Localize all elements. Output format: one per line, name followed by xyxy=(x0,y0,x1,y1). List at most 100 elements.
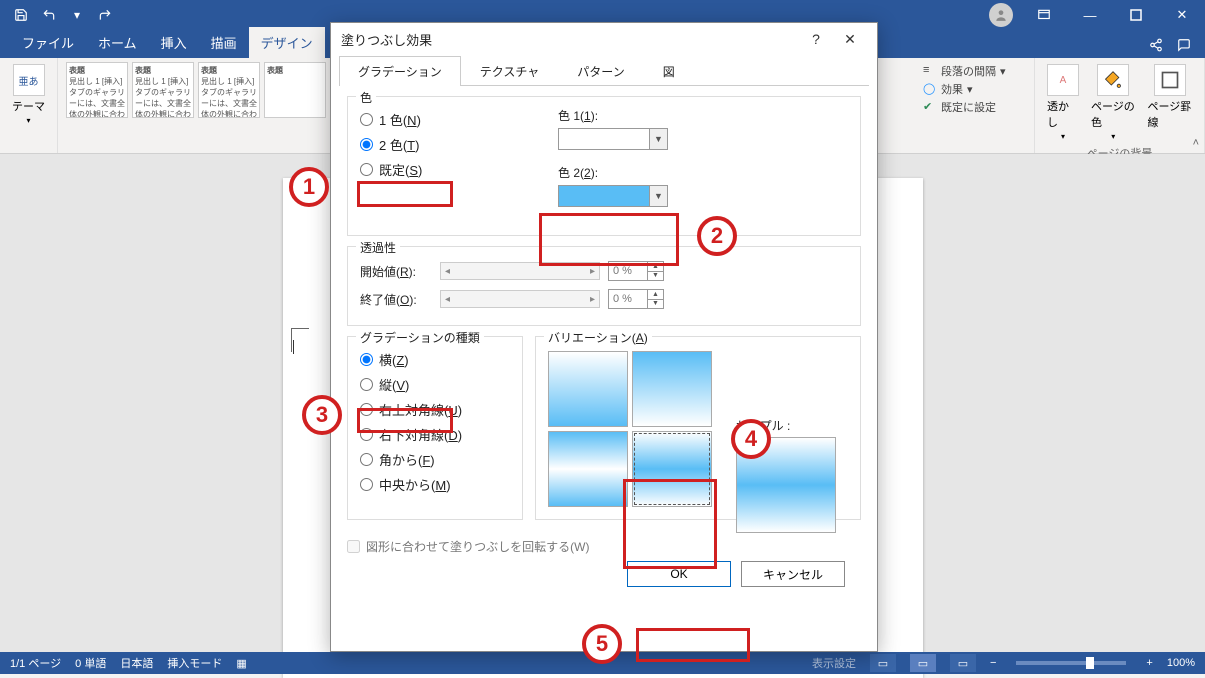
paragraph-spacing-button[interactable]: ≡段落の間隔 ▾ xyxy=(923,62,1026,80)
themes-icon: 亜あ xyxy=(13,64,45,96)
save-icon[interactable] xyxy=(10,4,32,26)
qat-dropdown-icon[interactable]: ▾ xyxy=(66,4,88,26)
annotation-5: 5 xyxy=(582,624,622,664)
color2-dropdown[interactable]: ▼ xyxy=(558,185,668,207)
effects-button[interactable]: ◯効果 ▾ xyxy=(923,80,1026,98)
dialog-title: 塗りつぶし効果 xyxy=(341,30,432,49)
theme-thumb[interactable]: 表題 xyxy=(264,62,326,118)
color2-label: 色 2(2): xyxy=(558,164,668,181)
themes-button[interactable]: 亜あ テーマ ▾ xyxy=(8,62,49,127)
radio-horizontal[interactable]: 横(Z) xyxy=(360,347,510,372)
tab-picture[interactable]: 図 xyxy=(644,56,694,86)
tab-file[interactable]: ファイル xyxy=(10,27,86,58)
ok-button[interactable]: OK xyxy=(627,561,731,587)
quick-access-toolbar: ▾ xyxy=(0,4,126,26)
share-icon[interactable] xyxy=(1147,36,1165,54)
radio-diag-down[interactable]: 右下対角線(D) xyxy=(360,422,510,447)
radio-from-corner[interactable]: 角から(F) xyxy=(360,447,510,472)
gradient-type-title: グラデーションの種類 xyxy=(356,329,484,346)
colors-group-title: 色 xyxy=(356,89,376,106)
trans-start-slider[interactable]: ◂▸ xyxy=(440,262,600,280)
zoom-level[interactable]: 100% xyxy=(1167,657,1195,669)
read-mode-icon[interactable]: ▭ xyxy=(870,654,896,672)
trans-end-label: 終了値(O): xyxy=(360,291,432,308)
tab-pattern[interactable]: パターン xyxy=(558,56,643,86)
themes-label: テーマ xyxy=(12,98,45,114)
ribbon-display-options-icon[interactable] xyxy=(1021,0,1067,30)
rotate-with-shape-checkbox[interactable]: 図形に合わせて塗りつぶしを回転する(W) xyxy=(347,538,861,555)
cancel-button[interactable]: キャンセル xyxy=(741,561,845,587)
print-layout-icon[interactable]: ▭ xyxy=(910,654,936,672)
dialog-tabs: グラデーション テクスチャ パターン 図 xyxy=(339,55,869,86)
transparency-group: 透過性 開始値(R): ◂▸ 0 %▲▼ 終了値(O): ◂▸ 0 %▲▼ xyxy=(347,246,861,326)
variation-2[interactable] xyxy=(632,351,712,427)
radio-diag-up[interactable]: 右上対角線(U) xyxy=(360,397,510,422)
color1-label: 色 1(1): xyxy=(558,107,668,124)
tab-insert[interactable]: 挿入 xyxy=(149,27,199,58)
redo-icon[interactable] xyxy=(94,4,116,26)
theme-thumb[interactable]: 表題見出し 1 [挿入] タブのギャラリーには、文書全体の外観に合わせて調整する… xyxy=(66,62,128,118)
collapse-ribbon-icon[interactable]: ˄ xyxy=(1193,137,1199,149)
variation-title: バリエーション(A) xyxy=(544,329,652,346)
group-label xyxy=(66,135,326,149)
chevron-down-icon: ▼ xyxy=(649,129,667,149)
color1-dropdown[interactable]: ▼ xyxy=(558,128,668,150)
effects-icon: ◯ xyxy=(923,82,937,96)
watermark-button[interactable]: A透かし▾ xyxy=(1043,62,1083,143)
annotation-4: 4 xyxy=(731,419,771,459)
status-page[interactable]: 1/1 ページ xyxy=(10,655,61,671)
variation-3[interactable] xyxy=(548,431,628,507)
zoom-slider[interactable] xyxy=(1016,661,1126,665)
tab-home[interactable]: ホーム xyxy=(86,27,149,58)
tab-design[interactable]: デザイン xyxy=(249,27,325,58)
tab-texture[interactable]: テクスチャ xyxy=(461,56,559,86)
close-icon[interactable]: ✕ xyxy=(1159,0,1205,30)
page-borders-button[interactable]: ページ罫線 xyxy=(1144,62,1197,143)
trans-start-label: 開始値(R): xyxy=(360,263,432,280)
status-language[interactable]: 日本語 xyxy=(120,655,153,671)
help-icon[interactable]: ? xyxy=(799,26,833,52)
status-word-count[interactable]: 0 単語 xyxy=(75,655,106,671)
doc-formatting-gallery[interactable]: 表題見出し 1 [挿入] タブのギャラリーには、文書全体の外観に合わせて調整する… xyxy=(66,62,326,118)
chevron-down-icon: ▼ xyxy=(649,186,667,206)
trans-end-slider[interactable]: ◂▸ xyxy=(440,290,600,308)
page-color-icon xyxy=(1097,64,1129,96)
colors-group: 色 1 色(N) 2 色(T) 既定(S) 色 1(1): ▼ 色 2(2): … xyxy=(347,96,861,236)
checkmark-icon: ✔ xyxy=(923,100,937,114)
display-settings[interactable]: 表示設定 xyxy=(812,655,856,671)
fill-effects-dialog: 塗りつぶし効果 ? ✕ グラデーション テクスチャ パターン 図 色 1 色(N… xyxy=(330,22,878,652)
annotation-3: 3 xyxy=(302,395,342,435)
radio-vertical[interactable]: 縦(V) xyxy=(360,372,510,397)
account-avatar-icon[interactable] xyxy=(989,3,1013,27)
dialog-close-icon[interactable]: ✕ xyxy=(833,26,867,52)
status-insert-mode[interactable]: 挿入モード xyxy=(167,655,222,671)
variation-group: バリエーション(A) サンプル : xyxy=(535,336,861,520)
set-default-button[interactable]: ✔既定に設定 xyxy=(923,98,1026,116)
theme-thumb[interactable]: 表題見出し 1 [挿入] タブのギャラリーには、文書全体の外観に合わせて調整する… xyxy=(132,62,194,118)
radio-from-center[interactable]: 中央から(M) xyxy=(360,472,510,497)
minimize-icon[interactable]: — xyxy=(1067,0,1113,30)
maximize-icon[interactable] xyxy=(1113,0,1159,30)
tab-gradient[interactable]: グラデーション xyxy=(339,56,461,86)
window-controls: — ✕ xyxy=(1021,0,1205,30)
undo-icon[interactable] xyxy=(38,4,60,26)
trans-end-spinner[interactable]: 0 %▲▼ xyxy=(608,289,664,309)
trans-start-spinner[interactable]: 0 %▲▼ xyxy=(608,261,664,281)
web-layout-icon[interactable]: ▭ xyxy=(950,654,976,672)
paragraph-spacing-icon: ≡ xyxy=(923,64,937,78)
dialog-titlebar: 塗りつぶし効果 ? ✕ xyxy=(331,23,877,55)
variation-1[interactable] xyxy=(548,351,628,427)
annotation-2: 2 xyxy=(697,216,737,256)
macro-record-icon[interactable]: ▦ xyxy=(236,657,246,670)
tab-draw[interactable]: 描画 xyxy=(199,27,249,58)
gradient-type-group: グラデーションの種類 横(Z) 縦(V) 右上対角線(U) 右下対角線(D) 角… xyxy=(347,336,523,520)
theme-thumb[interactable]: 表題見出し 1 [挿入] タブのギャラリーには、文書全体の外観に合わせて調整する… xyxy=(198,62,260,118)
page-borders-icon xyxy=(1154,64,1186,96)
variation-4[interactable] xyxy=(632,431,712,507)
annotation-1: 1 xyxy=(289,167,329,207)
zoom-in-icon[interactable]: + xyxy=(1146,657,1152,669)
zoom-out-icon[interactable]: − xyxy=(990,657,996,669)
comments-icon[interactable] xyxy=(1175,36,1193,54)
page-color-button[interactable]: ページの色▾ xyxy=(1087,62,1140,143)
transparency-group-title: 透過性 xyxy=(356,239,400,256)
